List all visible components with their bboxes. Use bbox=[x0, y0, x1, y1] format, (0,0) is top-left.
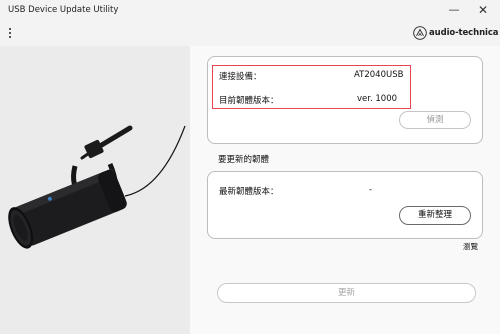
minimize-button[interactable]: — bbox=[447, 2, 461, 18]
brand: audio-technica bbox=[413, 26, 499, 40]
more-vertical-icon[interactable] bbox=[6, 26, 14, 40]
latest-firmware-value: - bbox=[369, 185, 373, 195]
product-image-pane bbox=[0, 46, 190, 334]
update-section-title: 要更新的韌體 bbox=[218, 155, 270, 165]
connected-device-label: 連接設備： bbox=[219, 72, 262, 82]
detect-button[interactable]: 偵測 bbox=[399, 111, 471, 129]
latest-firmware-label: 最新韌體版本： bbox=[219, 187, 279, 197]
current-firmware-label: 目前韌體版本： bbox=[219, 96, 279, 106]
microphone-image bbox=[8, 125, 186, 249]
window-title: USB Device Update Utility bbox=[8, 5, 119, 15]
audio-technica-logo bbox=[413, 26, 427, 40]
current-firmware-value: ver. 1000 bbox=[357, 94, 398, 104]
close-button[interactable]: ✕ bbox=[476, 2, 490, 18]
browse-link[interactable]: 瀏覽 bbox=[463, 241, 478, 252]
update-button[interactable]: 更新 bbox=[217, 283, 476, 303]
brand-name: audio-technica bbox=[429, 28, 499, 38]
update-card bbox=[207, 171, 483, 239]
connected-device-value: AT2040USB bbox=[354, 70, 404, 80]
title-bar: USB Device Update Utility — ✕ bbox=[0, 0, 500, 22]
refresh-button[interactable]: 重新整理 bbox=[399, 206, 471, 225]
